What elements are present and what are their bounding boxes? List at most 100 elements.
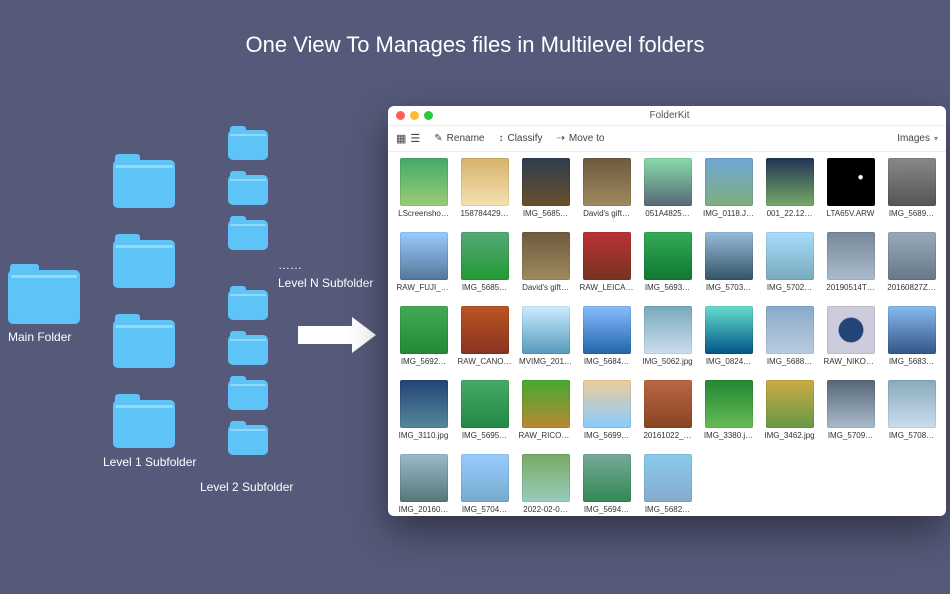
thumbnail-item[interactable]: RAW_CANO… bbox=[457, 306, 512, 374]
thumbnail-image[interactable] bbox=[461, 232, 509, 280]
thumbnail-item[interactable]: IMG_20160… bbox=[396, 454, 451, 516]
thumbnail-image[interactable] bbox=[888, 306, 936, 354]
thumbnail-image[interactable] bbox=[522, 158, 570, 206]
thumbnail-item[interactable]: RAW_LEICA_… bbox=[579, 232, 634, 300]
thumbnail-image[interactable] bbox=[766, 158, 814, 206]
thumbnail-item[interactable]: RAW_FUJI_X… bbox=[396, 232, 451, 300]
thumbnail-image[interactable] bbox=[522, 380, 570, 428]
thumbnail-image[interactable] bbox=[522, 306, 570, 354]
thumbnail-image[interactable] bbox=[400, 380, 448, 428]
thumbnail-item[interactable]: IMG_5685… bbox=[518, 158, 573, 226]
thumbnail-image[interactable] bbox=[400, 454, 448, 502]
thumbnail-image[interactable] bbox=[888, 158, 936, 206]
thumbnail-item[interactable]: IMG_5688… bbox=[762, 306, 817, 374]
thumbnail-item[interactable]: 20190514T… bbox=[823, 232, 878, 300]
thumbnail-item[interactable]: LScreensho… bbox=[396, 158, 451, 226]
thumbnail-item[interactable]: IMG_5693… bbox=[640, 232, 695, 300]
thumbnail-item[interactable]: 158784429… bbox=[457, 158, 512, 226]
thumbnail-image[interactable] bbox=[400, 232, 448, 280]
thumbnail-item[interactable]: IMG_5682… bbox=[640, 454, 695, 516]
thumbnail-image[interactable] bbox=[644, 158, 692, 206]
thumbnail-image[interactable] bbox=[644, 306, 692, 354]
filter-dropdown[interactable]: Images bbox=[897, 133, 938, 144]
thumbnail-item[interactable]: IMG_5702… bbox=[762, 232, 817, 300]
thumbnail-image[interactable] bbox=[827, 380, 875, 428]
thumbnail-image[interactable] bbox=[827, 158, 875, 206]
thumbnail-image[interactable] bbox=[766, 380, 814, 428]
thumbnail-item[interactable]: RAW_NIKON… bbox=[823, 306, 878, 374]
thumbnail-image[interactable] bbox=[705, 306, 753, 354]
close-window-icon[interactable] bbox=[396, 111, 405, 120]
thumbnail-item[interactable]: IMG_5694… bbox=[579, 454, 634, 516]
view-mode-segmented[interactable]: ▦ ☰ bbox=[396, 132, 420, 145]
thumbnail-image[interactable] bbox=[583, 232, 631, 280]
thumbnail-image[interactable] bbox=[461, 158, 509, 206]
rename-button[interactable]: ✎ Rename bbox=[434, 133, 484, 144]
thumbnail-image[interactable] bbox=[766, 306, 814, 354]
list-view-icon[interactable]: ☰ bbox=[410, 132, 420, 145]
thumbnail-item[interactable]: IMG_5692… bbox=[396, 306, 451, 374]
thumbnail-image[interactable] bbox=[705, 158, 753, 206]
thumbnail-item[interactable]: David's gift… bbox=[579, 158, 634, 226]
thumbnail-item[interactable]: IMG_5062.jpg bbox=[640, 306, 695, 374]
thumbnail-item[interactable]: IMG_5695… bbox=[457, 380, 512, 448]
thumbnail-image[interactable] bbox=[522, 232, 570, 280]
thumbnail-caption: RAW_FUJI_X… bbox=[397, 283, 451, 292]
thumbnail-caption: IMG_5685… bbox=[458, 283, 512, 292]
thumbnail-item[interactable]: David's gift… bbox=[518, 232, 573, 300]
thumbnail-image[interactable] bbox=[644, 454, 692, 502]
window-controls[interactable] bbox=[388, 111, 433, 120]
minimize-window-icon[interactable] bbox=[410, 111, 419, 120]
thumbnail-image[interactable] bbox=[888, 232, 936, 280]
thumbnail-item[interactable]: LTA65V.ARW bbox=[823, 158, 878, 226]
thumbnail-item[interactable]: IMG_0118.J… bbox=[701, 158, 756, 226]
thumbnail-image[interactable] bbox=[400, 306, 448, 354]
thumbnail-item[interactable]: IMG_3110.jpg bbox=[396, 380, 451, 448]
thumbnail-image[interactable] bbox=[461, 454, 509, 502]
thumbnail-item[interactable]: 001_22.12… bbox=[762, 158, 817, 226]
thumbnail-image[interactable] bbox=[766, 232, 814, 280]
zoom-window-icon[interactable] bbox=[424, 111, 433, 120]
thumbnail-item[interactable]: IMG_5683… bbox=[884, 306, 939, 374]
thumbnail-item[interactable]: IMG_5684… bbox=[579, 306, 634, 374]
thumbnail-item[interactable]: IMG_5703… bbox=[701, 232, 756, 300]
thumbnail-image[interactable] bbox=[583, 454, 631, 502]
thumbnail-image[interactable] bbox=[705, 232, 753, 280]
thumbnail-item[interactable]: IMG_5689… bbox=[884, 158, 939, 226]
thumbnail-image[interactable] bbox=[827, 306, 875, 354]
thumbnail-item[interactable]: IMG_3380.j… bbox=[701, 380, 756, 448]
thumbnail-item[interactable]: IMG_3462.jpg bbox=[762, 380, 817, 448]
thumbnail-image[interactable] bbox=[644, 232, 692, 280]
thumbnail-image[interactable] bbox=[461, 380, 509, 428]
titlebar: FolderKit bbox=[388, 106, 946, 126]
thumbnail-image[interactable] bbox=[522, 454, 570, 502]
thumbnail-image[interactable] bbox=[583, 306, 631, 354]
thumbnail-item[interactable]: 20160827Z… bbox=[884, 232, 939, 300]
thumbnail-image[interactable] bbox=[461, 306, 509, 354]
move-to-button[interactable]: ⇢ Move to bbox=[557, 133, 605, 144]
grid-view-icon[interactable]: ▦ bbox=[396, 132, 406, 145]
thumbnail-image[interactable] bbox=[888, 380, 936, 428]
thumbnail-image[interactable] bbox=[583, 158, 631, 206]
thumbnail-item[interactable]: IMG_5699… bbox=[579, 380, 634, 448]
thumbnail-grid[interactable]: LScreensho…158784429…IMG_5685…David's gi… bbox=[388, 152, 946, 516]
thumbnail-image[interactable] bbox=[583, 380, 631, 428]
thumbnail-item[interactable]: RAW_RICOH… bbox=[518, 380, 573, 448]
thumbnail-item[interactable]: MVIMG_201… bbox=[518, 306, 573, 374]
thumbnail-caption: 20190514T… bbox=[824, 283, 878, 292]
thumbnail-image[interactable] bbox=[705, 380, 753, 428]
thumbnail-item[interactable]: IMG_0824… bbox=[701, 306, 756, 374]
thumbnail-caption: IMG_5684… bbox=[580, 357, 634, 366]
thumbnail-caption: David's gift… bbox=[580, 209, 634, 218]
thumbnail-item[interactable]: 2022-02-0… bbox=[518, 454, 573, 516]
thumbnail-item[interactable]: IMG_5685… bbox=[457, 232, 512, 300]
thumbnail-item[interactable]: IMG_5709… bbox=[823, 380, 878, 448]
thumbnail-image[interactable] bbox=[827, 232, 875, 280]
thumbnail-item[interactable]: IMG_5708… bbox=[884, 380, 939, 448]
classify-button[interactable]: ↕ Classify bbox=[498, 133, 542, 144]
thumbnail-image[interactable] bbox=[400, 158, 448, 206]
thumbnail-item[interactable]: IMG_5704… bbox=[457, 454, 512, 516]
thumbnail-item[interactable]: 051A4825… bbox=[640, 158, 695, 226]
thumbnail-image[interactable] bbox=[644, 380, 692, 428]
thumbnail-item[interactable]: 20161022_… bbox=[640, 380, 695, 448]
